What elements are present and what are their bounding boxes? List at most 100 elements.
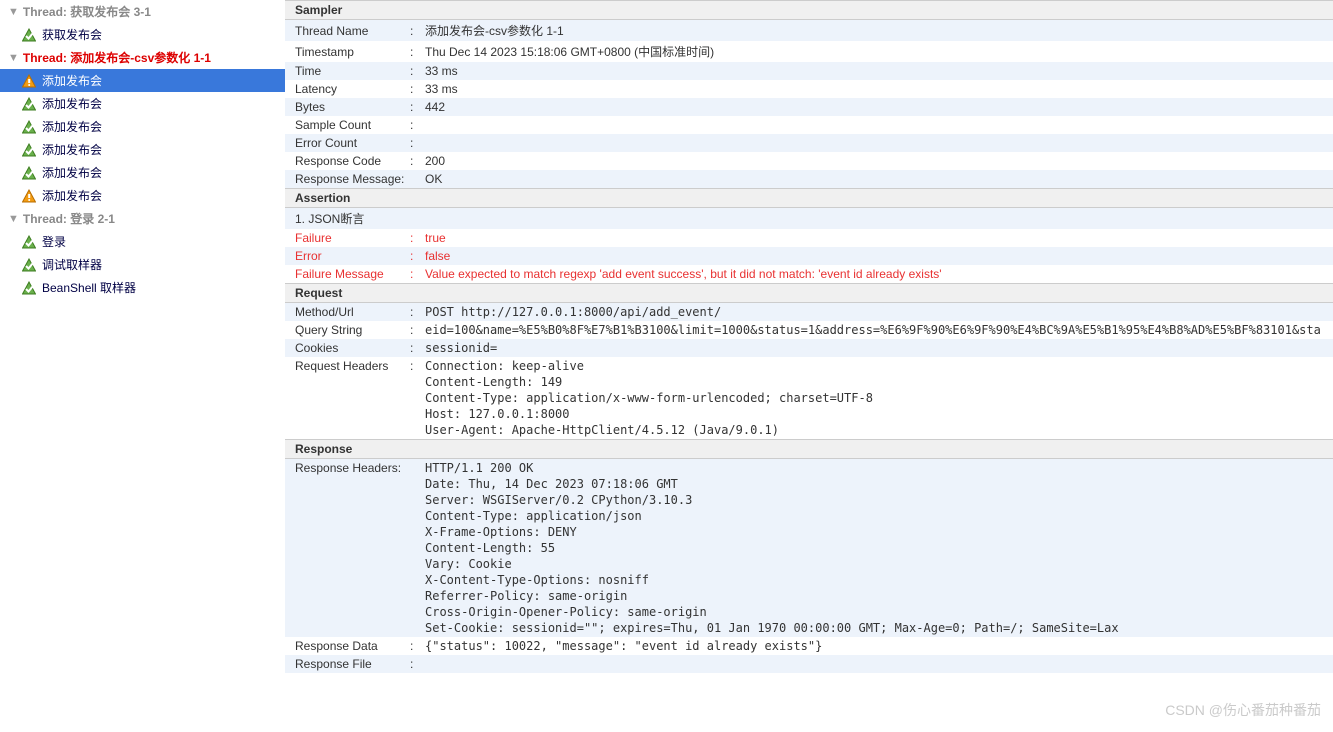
detail-value: false: [425, 249, 1323, 263]
colon: :: [410, 657, 425, 671]
tree-item[interactable]: 添加发布会: [0, 115, 285, 138]
colon: :: [410, 231, 425, 245]
tree-item-label: 添加发布会: [42, 118, 102, 135]
detail-value: {"status": 10022, "message": "event id a…: [425, 639, 1323, 653]
detail-row: Response File:: [285, 655, 1333, 673]
fail-icon: [22, 189, 36, 203]
detail-row: Failure Message:Value expected to match …: [285, 265, 1333, 283]
tree-item-label: BeanShell 取样器: [42, 279, 136, 296]
detail-value: HTTP/1.1 200 OKDate: Thu, 14 Dec 2023 07…: [425, 461, 1323, 635]
multi-line: X-Frame-Options: DENY: [425, 525, 1323, 539]
tree-item-label: 获取发布会: [42, 26, 102, 43]
tree-panel: ▼ Thread: 获取发布会 3-1 获取发布会 ▼Thread: 添加发布会-cs…: [0, 0, 285, 732]
detail-label: Thread Name: [295, 24, 410, 38]
tree-item[interactable]: 获取发布会: [0, 23, 285, 46]
thread-header[interactable]: ▼ Thread: 获取发布会 3-1: [0, 0, 285, 23]
detail-label: Failure: [295, 231, 410, 245]
detail-row: Cookies:sessionid=: [285, 339, 1333, 357]
detail-label: Sample Count: [295, 118, 410, 132]
detail-row: Response Code:200: [285, 152, 1333, 170]
detail-label: Response Data: [295, 639, 410, 653]
detail-value: Connection: keep-aliveContent-Length: 14…: [425, 359, 1323, 437]
multi-line: X-Content-Type-Options: nosniff: [425, 573, 1323, 587]
tree-item-label: 添加发布会: [42, 141, 102, 158]
tree-item-label: 添加发布会: [42, 72, 102, 89]
colon: :: [410, 24, 425, 38]
detail-value: 33 ms: [425, 64, 1323, 78]
tree-item[interactable]: 添加发布会: [0, 92, 285, 115]
section-header-response: Response: [285, 439, 1333, 459]
pass-icon: [22, 97, 36, 111]
tree-item-label: 添加发布会: [42, 95, 102, 112]
detail-label: Method/Url: [295, 305, 410, 319]
multi-line: Host: 127.0.0.1:8000: [425, 407, 1323, 421]
detail-label: Time: [295, 64, 410, 78]
assertion-name-row: 1. JSON断言: [285, 208, 1333, 229]
tree-item-label: 登录: [42, 233, 66, 250]
pass-icon: [22, 120, 36, 134]
tree-item-label: 添加发布会: [42, 164, 102, 181]
detail-row: Response Headers:HTTP/1.1 200 OKDate: Th…: [285, 459, 1333, 637]
thread-label: Thread: 获取发布会 3-1: [23, 3, 151, 20]
detail-label: Latency: [295, 82, 410, 96]
colon: :: [410, 100, 425, 114]
detail-row: Time:33 ms: [285, 62, 1333, 80]
thread-header[interactable]: ▼Thread: 登录 2-1: [0, 207, 285, 230]
detail-value: Thu Dec 14 2023 15:18:06 GMT+0800 (中国标准时…: [425, 43, 1323, 60]
detail-label: Response File: [295, 657, 410, 671]
colon: :: [410, 341, 425, 355]
detail-value: 200: [425, 154, 1323, 168]
detail-label: Query String: [295, 323, 410, 337]
detail-value: 442: [425, 100, 1323, 114]
colon: :: [410, 249, 425, 263]
colon: :: [410, 64, 425, 78]
colon: :: [410, 136, 425, 150]
multi-line: Content-Length: 149: [425, 375, 1323, 389]
detail-row: Timestamp:Thu Dec 14 2023 15:18:06 GMT+0…: [285, 41, 1333, 62]
detail-value: 33 ms: [425, 82, 1323, 96]
thread-label: Thread: 添加发布会-csv参数化 1-1: [23, 49, 211, 66]
tree-item[interactable]: 添加发布会: [0, 138, 285, 161]
detail-value: 添加发布会-csv参数化 1-1: [425, 22, 1323, 39]
colon: :: [410, 118, 425, 132]
detail-row: Method/Url:POST http://127.0.0.1:8000/ap…: [285, 303, 1333, 321]
toggle-icon: ▼: [8, 6, 19, 18]
tree-item[interactable]: BeanShell 取样器: [0, 276, 285, 299]
multi-line: User-Agent: Apache-HttpClient/4.5.12 (Ja…: [425, 423, 1323, 437]
colon: :: [410, 45, 425, 59]
detail-label: Error: [295, 249, 410, 263]
tree-item[interactable]: 添加发布会: [0, 161, 285, 184]
colon: :: [410, 639, 425, 653]
detail-label: Failure Message: [295, 267, 410, 281]
tree-item[interactable]: 添加发布会: [0, 184, 285, 207]
detail-label: Cookies: [295, 341, 410, 355]
tree-item[interactable]: 登录: [0, 230, 285, 253]
multi-line: Content-Type: application/x-www-form-url…: [425, 391, 1323, 405]
detail-row: Bytes:442: [285, 98, 1333, 116]
multi-line: Server: WSGIServer/0.2 CPython/3.10.3: [425, 493, 1323, 507]
pass-icon: [22, 143, 36, 157]
detail-value: eid=100&name=%E5%B0%8F%E7%B1%B3100&limit…: [425, 323, 1323, 337]
tree-item[interactable]: 调试取样器: [0, 253, 285, 276]
multi-line: Vary: Cookie: [425, 557, 1323, 571]
detail-value: OK: [425, 172, 1323, 186]
tree-item[interactable]: 添加发布会: [0, 69, 285, 92]
colon: :: [410, 305, 425, 319]
detail-row: Thread Name:添加发布会-csv参数化 1-1: [285, 20, 1333, 41]
colon: :: [410, 154, 425, 168]
detail-value: sessionid=: [425, 341, 1323, 355]
detail-row: Response Data:{"status": 10022, "message…: [285, 637, 1333, 655]
detail-label: Response Message:: [295, 172, 410, 186]
tree-item-label: 添加发布会: [42, 187, 102, 204]
detail-value: POST http://127.0.0.1:8000/api/add_event…: [425, 305, 1323, 319]
detail-row: Error Count:: [285, 134, 1333, 152]
colon: :: [410, 323, 425, 337]
thread-label: Thread: 登录 2-1: [23, 210, 115, 227]
pass-icon: [22, 281, 36, 295]
detail-row: Request Headers:Connection: keep-aliveCo…: [285, 357, 1333, 439]
multi-line: Referrer-Policy: same-origin: [425, 589, 1323, 603]
detail-row: Response Message: OK: [285, 170, 1333, 188]
details-panel: SamplerThread Name:添加发布会-csv参数化 1-1Times…: [285, 0, 1333, 732]
thread-header[interactable]: ▼Thread: 添加发布会-csv参数化 1-1: [0, 46, 285, 69]
detail-label: Bytes: [295, 100, 410, 114]
